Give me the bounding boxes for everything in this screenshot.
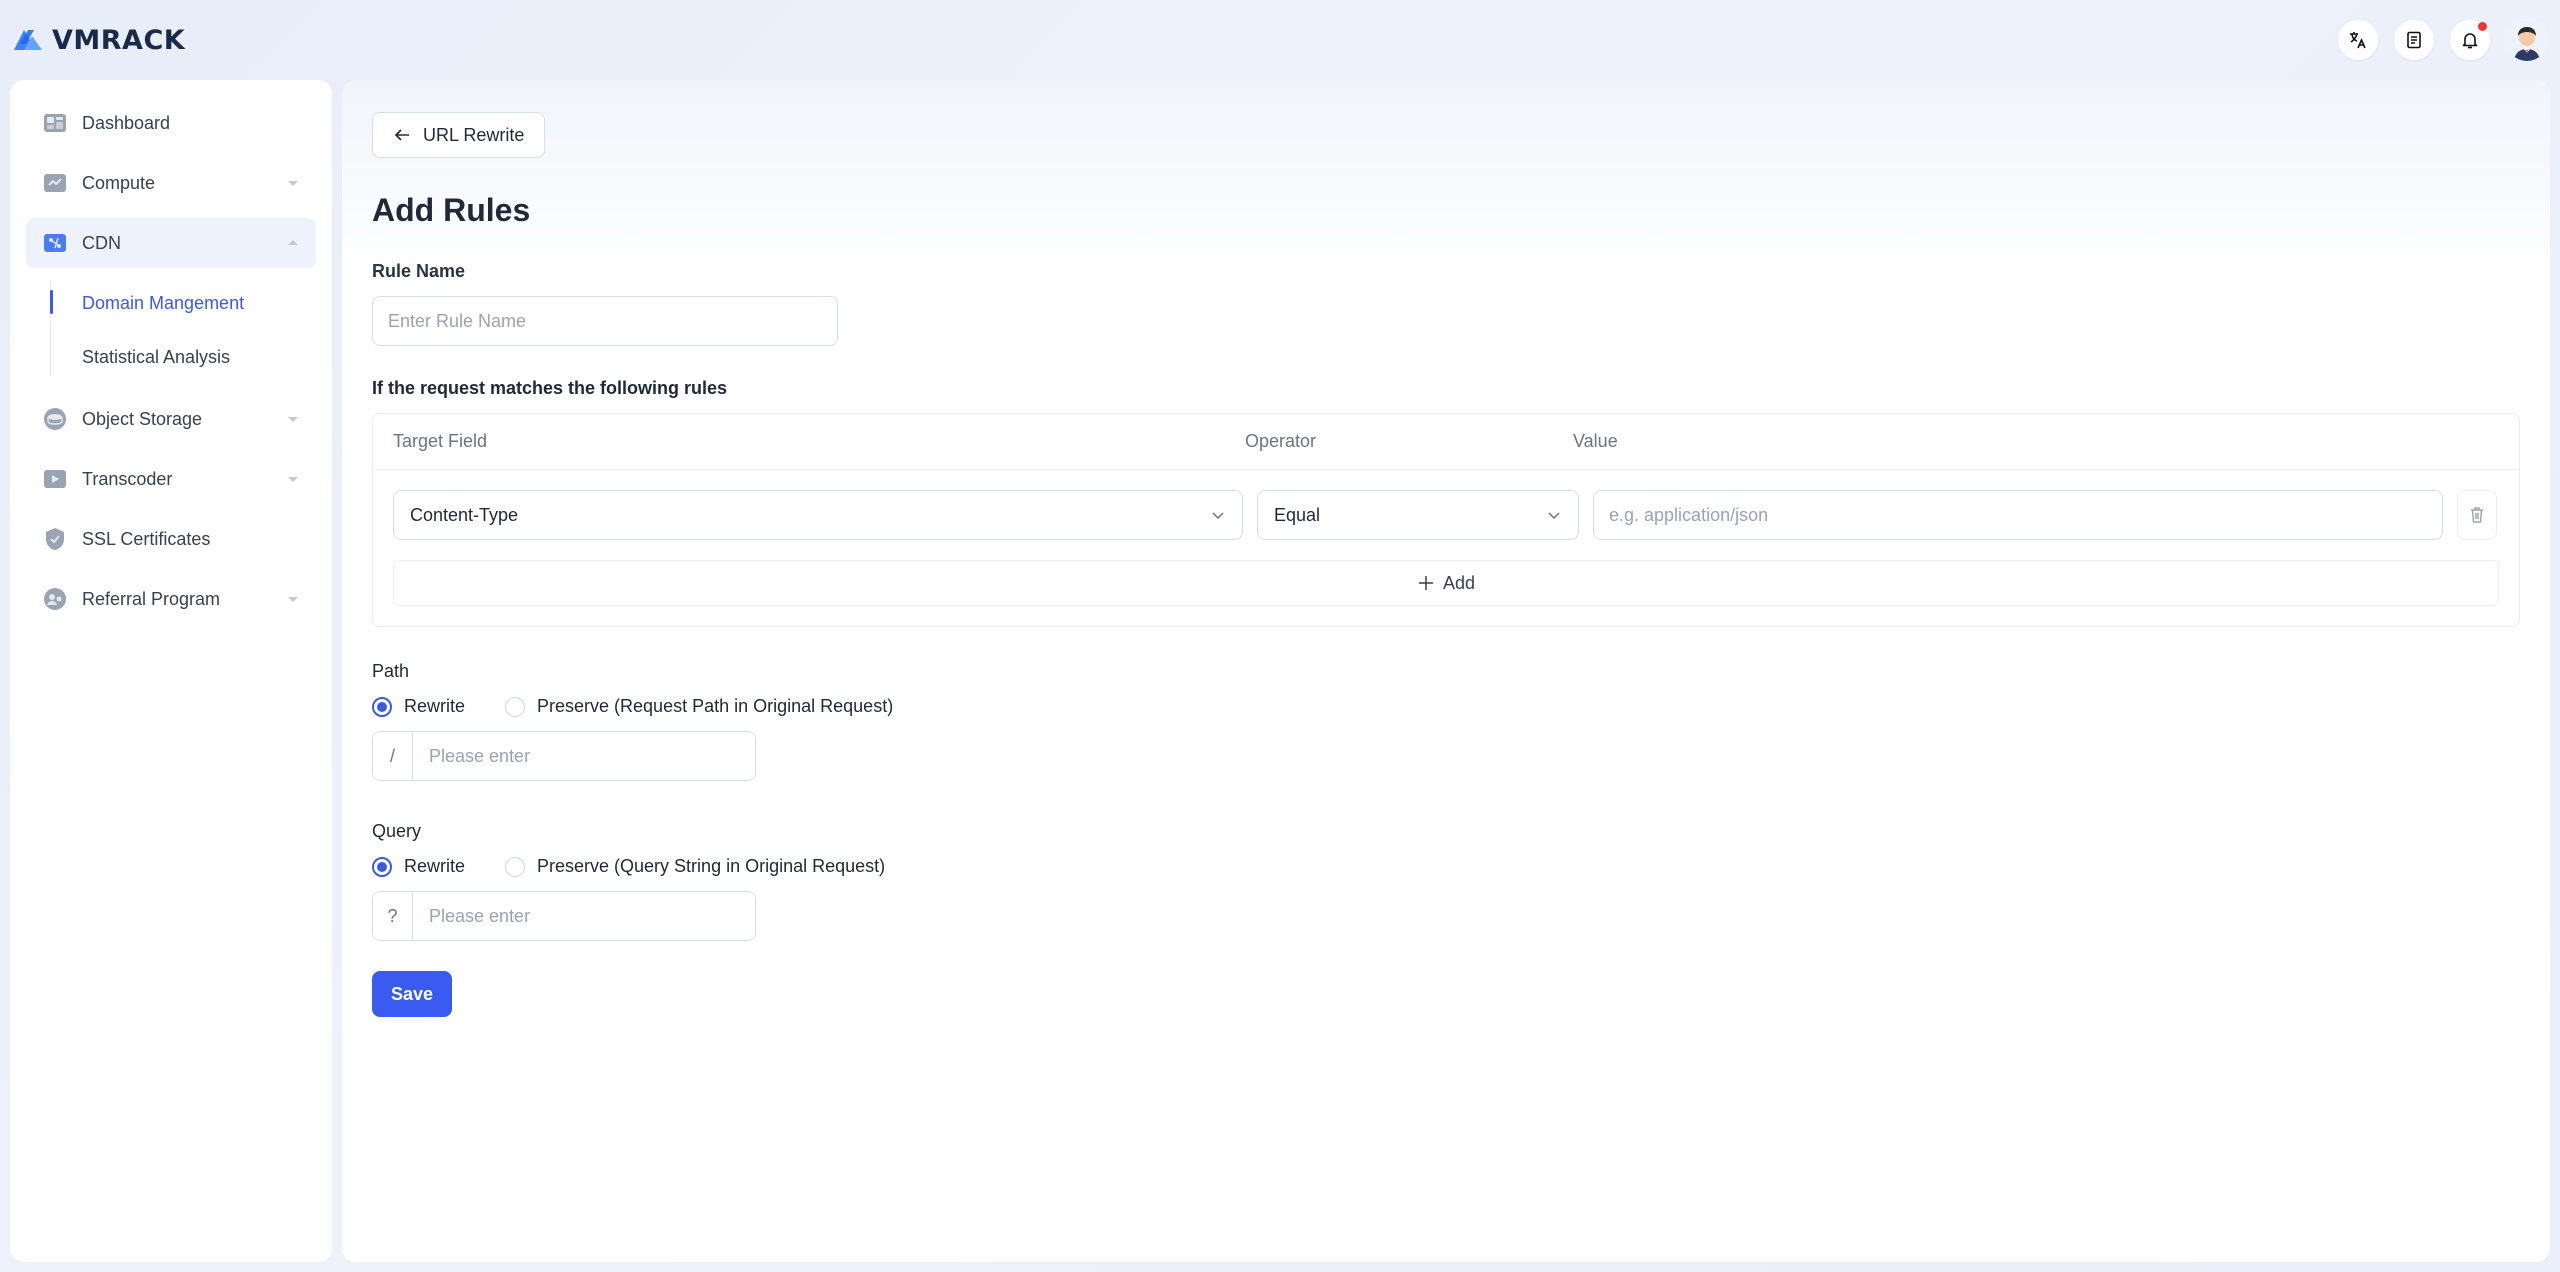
delete-rule-button[interactable]: [2457, 490, 2497, 540]
arrow-left-icon: [394, 129, 409, 141]
dashboard-icon: [42, 110, 68, 136]
column-header-target-field: Target Field: [393, 431, 488, 451]
operator-select[interactable]: Equal: [1257, 490, 1579, 540]
table-header: Target Field Operator Value: [373, 414, 2519, 470]
path-rewrite-radio[interactable]: Rewrite: [372, 696, 465, 717]
radio-checked-icon: [372, 696, 392, 717]
add-rule-button[interactable]: Add: [393, 560, 2499, 606]
column-header-operator: Operator: [1245, 431, 1317, 451]
document-icon: [2407, 31, 2421, 49]
compute-icon: [42, 170, 68, 196]
bell-icon: [2462, 33, 2478, 49]
add-rule-label: Add: [1442, 572, 1476, 593]
brand-name: VMRACK: [52, 24, 186, 56]
path-input[interactable]: [413, 732, 755, 780]
sidebar-item-label: Dashboard: [82, 112, 171, 133]
radio-unchecked-icon: [505, 696, 526, 717]
chevron-down-icon: [1548, 512, 1560, 520]
radio-unchecked-icon: [505, 856, 526, 877]
save-button[interactable]: Save: [372, 971, 452, 1017]
sidebar-item-cdn[interactable]: CDN: [26, 218, 316, 268]
path-prefix: /: [373, 732, 413, 780]
sidebar: Dashboard Compute CDN Domain Mangement S…: [10, 80, 332, 1262]
translate-icon: [2350, 32, 2366, 49]
page-title: Add Rules: [372, 192, 531, 228]
sidebar-item-label: Object Storage: [82, 408, 203, 429]
caret-up-icon: [288, 240, 298, 245]
cdn-submenu: Domain Mangement Statistical Analysis: [50, 276, 316, 384]
query-input[interactable]: [413, 892, 755, 940]
query-label: Query: [372, 821, 422, 841]
sidebar-item-label: Compute: [82, 172, 156, 193]
back-button[interactable]: URL Rewrite: [372, 112, 546, 158]
trash-icon: [2471, 507, 2483, 523]
query-preserve-radio[interactable]: Preserve (Query String in Original Reque…: [505, 856, 885, 877]
value-input[interactable]: [1593, 490, 2443, 540]
top-bar: VMRACK: [0, 0, 2560, 80]
table-row: Content-Type Equal: [373, 470, 2519, 540]
back-button-label: URL Rewrite: [423, 124, 525, 145]
notification-dot: [2478, 22, 2487, 31]
query-radio-group: Rewrite Preserve (Query String in Origin…: [372, 856, 2520, 877]
sidebar-item-dashboard[interactable]: Dashboard: [26, 98, 316, 148]
rule-name-label: Rule Name: [372, 261, 466, 281]
radio-checked-icon: [372, 856, 392, 877]
sidebar-item-label: Transcoder: [82, 468, 173, 489]
radio-label: Preserve (Request Path in Original Reque…: [537, 696, 894, 716]
target-field-select[interactable]: Content-Type: [393, 490, 1243, 540]
query-rewrite-radio[interactable]: Rewrite: [372, 856, 465, 877]
sidebar-item-domain-management[interactable]: Domain Mangement: [50, 276, 316, 330]
sidebar-item-object-storage[interactable]: Object Storage: [26, 394, 316, 444]
notifications-button[interactable]: [2450, 20, 2490, 60]
path-input-group: /: [372, 731, 756, 781]
main-content: URL Rewrite Add Rules Rule Name If the r…: [342, 80, 2550, 1262]
sidebar-item-label: Referral Program: [82, 588, 221, 609]
rule-name-input[interactable]: [372, 296, 838, 346]
caret-down-icon: [288, 417, 298, 422]
sidebar-item-statistical-analysis[interactable]: Statistical Analysis: [50, 330, 316, 384]
caret-down-icon: [288, 477, 298, 482]
language-button[interactable]: [2338, 20, 2378, 60]
sidebar-item-ssl-certificates[interactable]: SSL Certificates: [26, 514, 316, 564]
vmrack-logo-icon: [14, 30, 42, 50]
sidebar-item-referral-program[interactable]: Referral Program: [26, 574, 316, 624]
query-input-group: ?: [372, 891, 756, 941]
sidebar-item-compute[interactable]: Compute: [26, 158, 316, 208]
path-label: Path: [372, 661, 410, 681]
user-avatar-icon: [2506, 19, 2548, 61]
match-rules-label: If the request matches the following rul…: [372, 378, 728, 398]
chevron-down-icon: [1212, 512, 1224, 520]
shield-icon: [42, 526, 68, 552]
query-prefix: ?: [373, 892, 413, 940]
sidebar-item-transcoder[interactable]: Transcoder: [26, 454, 316, 504]
avatar[interactable]: [2506, 19, 2548, 61]
sidebar-item-label: CDN: [82, 232, 121, 253]
path-radio-group: Rewrite Preserve (Request Path in Origin…: [372, 696, 2520, 717]
column-header-value: Value: [1573, 431, 1618, 451]
match-rules-table: Target Field Operator Value Content-Type…: [372, 413, 2520, 627]
cdn-icon: [42, 230, 68, 256]
radio-label: Rewrite: [404, 856, 466, 876]
operator-value: Equal: [1274, 504, 1321, 525]
radio-label: Rewrite: [404, 696, 466, 716]
caret-down-icon: [288, 597, 298, 602]
storage-icon: [42, 406, 68, 432]
referral-icon: [42, 586, 68, 612]
transcoder-icon: [42, 466, 68, 492]
path-preserve-radio[interactable]: Preserve (Request Path in Original Reque…: [505, 696, 893, 717]
target-field-value: Content-Type: [410, 504, 519, 525]
brand-logo[interactable]: VMRACK: [10, 22, 185, 58]
sidebar-item-label: SSL Certificates: [82, 528, 211, 549]
docs-button[interactable]: [2394, 20, 2434, 60]
radio-label: Preserve (Query String in Original Reque…: [537, 856, 886, 876]
plus-icon: [1418, 576, 1433, 590]
caret-down-icon: [288, 181, 298, 186]
